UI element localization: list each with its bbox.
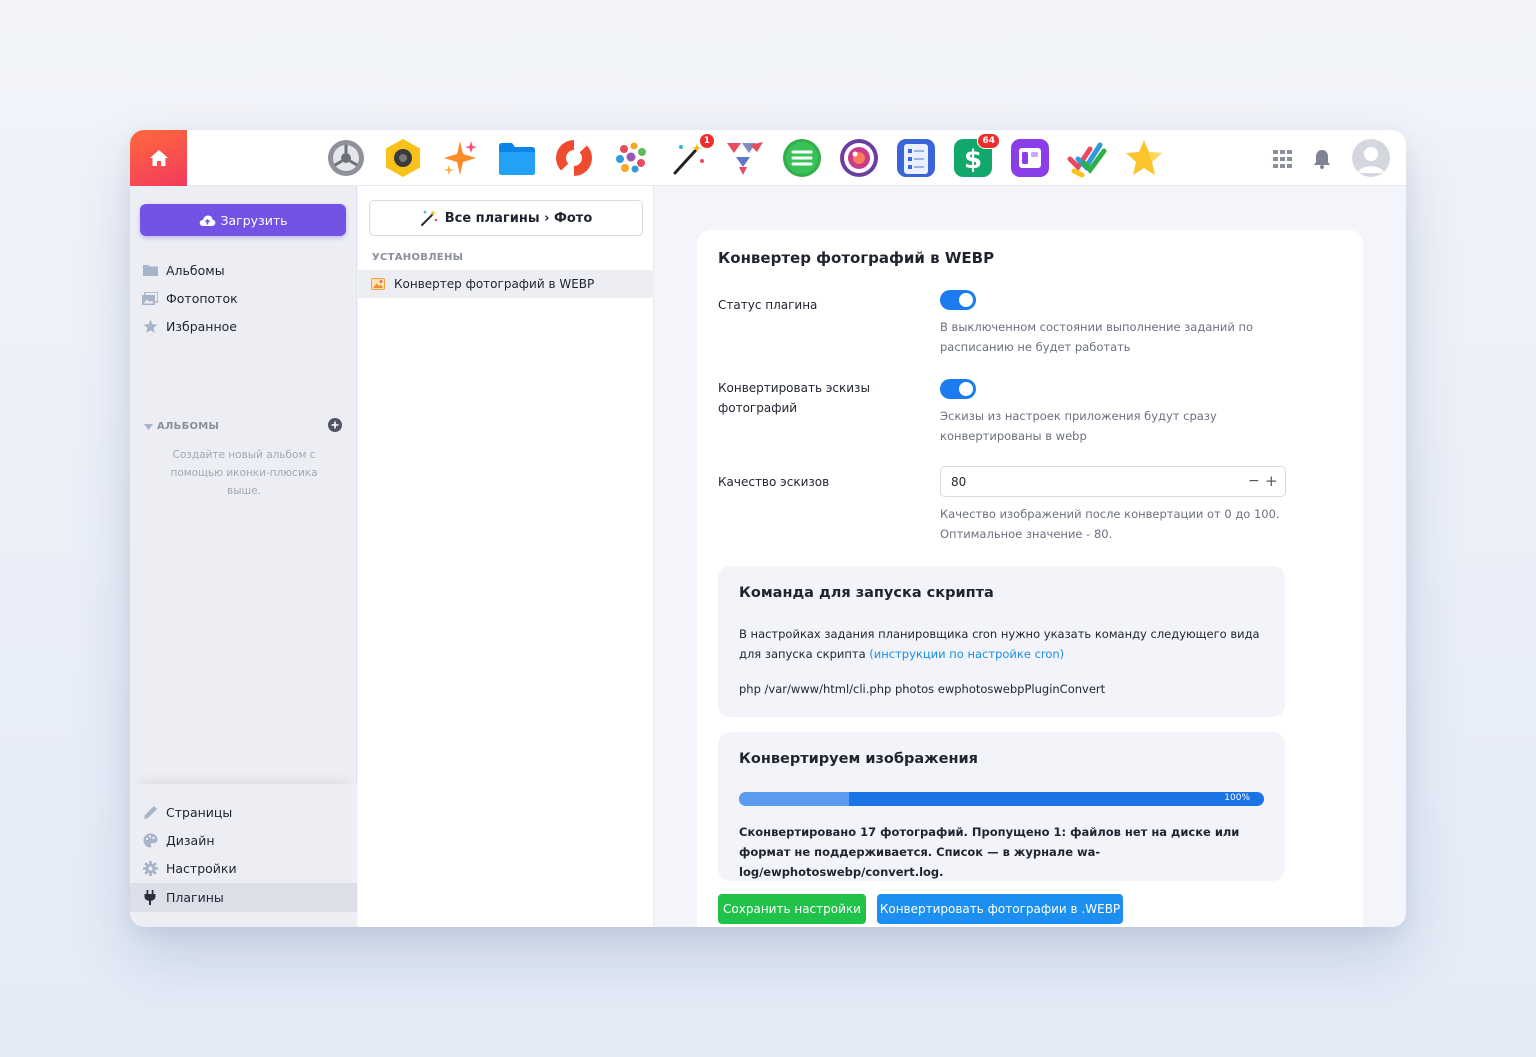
star-app-icon[interactable] xyxy=(1123,137,1165,179)
notification-badge: 64 xyxy=(977,133,1000,149)
home-icon xyxy=(149,150,168,166)
albums-section-toggle[interactable]: АЛЬБОМЫ xyxy=(144,421,219,432)
app-launcher: 1 $ 64 xyxy=(325,133,1180,179)
sidebar-bottom-nav: Страницы Дизайн Настройки Плагины xyxy=(130,784,357,927)
svg-text:$: $ xyxy=(964,145,982,175)
sidebar-item-label: Фотопоток xyxy=(166,290,238,306)
camera-app-icon[interactable] xyxy=(382,137,424,179)
apps-grid-icon[interactable] xyxy=(1273,150,1293,168)
caret-down-icon xyxy=(144,423,153,430)
magic-wand-icon xyxy=(420,210,438,226)
mosaic-app-icon[interactable] xyxy=(610,137,652,179)
paper-planes-app-icon[interactable] xyxy=(724,137,766,179)
sidebar-item-photostream[interactable]: Фотопоток xyxy=(130,285,357,311)
cron-command-panel: Команда для запуска скрипта В настройках… xyxy=(718,566,1285,717)
convert-title: Конвертируем изображения xyxy=(739,751,978,767)
convert-thumbs-help: Эскизы из настроек приложения будут сраз… xyxy=(940,409,1217,443)
upload-button-label: Загрузить xyxy=(220,212,288,228)
files-app-icon[interactable] xyxy=(496,137,538,179)
thumb-quality-help: Качество изображений после конвертации о… xyxy=(940,507,1280,541)
top-bar: 1 $ 64 xyxy=(130,130,1406,186)
plugin-status-help: В выключенном состоянии выполнение задан… xyxy=(940,320,1254,354)
increment-button[interactable]: + xyxy=(1265,472,1278,490)
convert-progress-panel: Конвертируем изображения 100% Сконвертир… xyxy=(718,732,1285,881)
convert-photos-button[interactable]: Конвертировать фотографии в .WEBP xyxy=(877,894,1123,924)
upload-button[interactable]: Загрузить xyxy=(140,204,346,236)
plug-icon xyxy=(144,890,156,905)
webp-plugin-icon xyxy=(371,278,385,290)
albums-hint: Создайте новый альбом с помощью иконки-п… xyxy=(170,449,318,497)
progress-percent: 100% xyxy=(1224,793,1250,803)
folder-icon xyxy=(142,265,158,276)
plugin-status-label: Статус плагина xyxy=(718,298,818,312)
add-album-icon[interactable] xyxy=(328,418,342,432)
page-title: Конвертер фотографий в WEBP xyxy=(718,249,995,267)
cron-description: В настройках задания планировщика cron н… xyxy=(739,624,1269,664)
sidebar-item-label: Дизайн xyxy=(166,832,215,848)
cloud-upload-icon xyxy=(199,214,215,226)
convert-result: Сконвертировано 17 фотографий. Пропущено… xyxy=(739,825,1240,879)
convert-thumbs-toggle[interactable] xyxy=(940,379,976,399)
user-avatar[interactable] xyxy=(1352,139,1390,177)
app-window: 1 $ 64 Загрузить Альбомы Фотопоток Избра… xyxy=(130,130,1406,927)
thumb-quality-stepper[interactable]: − + xyxy=(940,466,1286,497)
home-button[interactable] xyxy=(130,130,187,186)
sidebar-item-label: Плагины xyxy=(166,890,224,905)
sidebar-item-settings[interactable]: Настройки xyxy=(130,855,357,881)
lens-app-icon[interactable] xyxy=(838,137,880,179)
magic-wand-app-icon[interactable]: 1 xyxy=(667,133,715,179)
sidebar-item-label: Настройки xyxy=(166,860,237,876)
checkmarks-app-icon[interactable] xyxy=(1066,137,1108,179)
sidebar-item-label: Альбомы xyxy=(166,262,225,278)
dollar-app-icon[interactable]: $ 64 xyxy=(952,133,1000,179)
cron-title: Команда для запуска скрипта xyxy=(739,585,994,601)
plugin-status-toggle[interactable] xyxy=(940,290,976,310)
installed-heading: УСТАНОВЛЕНЫ xyxy=(372,252,464,263)
menu-app-icon[interactable] xyxy=(781,137,823,179)
sidebar-item-plugins[interactable]: Плагины xyxy=(130,883,357,912)
decrement-button[interactable]: − xyxy=(1248,473,1260,489)
plugin-settings-card: Конвертер фотографий в WEBP Статус плаги… xyxy=(697,230,1363,927)
installed-plugin-label: Конвертер фотографий в WEBP xyxy=(394,277,595,291)
sparkle-app-icon[interactable] xyxy=(439,137,481,179)
save-settings-button[interactable]: Сохранить настройки xyxy=(718,894,866,924)
sidebar-item-design[interactable]: Дизайн xyxy=(130,827,357,853)
sidebar-item-pages[interactable]: Страницы xyxy=(130,799,357,825)
all-plugins-label: Все плагины › Фото xyxy=(444,210,593,226)
cron-instructions-link[interactable]: (инструкции по настройке cron) xyxy=(869,647,1064,661)
convert-progress-bar: 100% xyxy=(739,792,1264,806)
settings-content: Конвертер фотографий в WEBP Статус плаги… xyxy=(655,186,1406,927)
progress-bar-segment xyxy=(739,792,849,806)
sidebar-item-favorites[interactable]: Избранное xyxy=(130,313,357,339)
sidebar-item-label: Избранное xyxy=(166,318,237,334)
installed-plugin-item[interactable]: Конвертер фотографий в WEBP xyxy=(358,270,654,298)
widget-app-icon[interactable] xyxy=(1009,137,1051,179)
palette-icon xyxy=(143,833,157,847)
pencil-icon xyxy=(143,805,157,819)
photos-icon xyxy=(142,291,158,305)
notification-badge: 1 xyxy=(698,133,715,149)
gear-icon xyxy=(142,860,158,876)
all-plugins-button[interactable]: Все плагины › Фото xyxy=(369,200,643,236)
sidebar-item-albums[interactable]: Альбомы xyxy=(130,257,357,283)
bell-icon[interactable] xyxy=(1313,149,1331,169)
convert-thumbs-label: Конвертировать эскизы фотографий xyxy=(718,381,870,415)
thumb-quality-label: Качество эскизов xyxy=(718,475,830,489)
sidebar-item-label: Страницы xyxy=(166,804,233,820)
sidebar: Загрузить Альбомы Фотопоток Избранное АЛ… xyxy=(130,186,357,927)
thumb-quality-input[interactable] xyxy=(941,467,1231,496)
cron-command: php /var/www/html/cli.php photos ewphoto… xyxy=(739,682,1106,696)
star-icon xyxy=(143,319,157,333)
albums-heading: АЛЬБОМЫ xyxy=(157,421,220,432)
plugins-pane: Все плагины › Фото УСТАНОВЛЕНЫ Конвертер… xyxy=(358,186,654,927)
help-lifebuoy-app-icon[interactable] xyxy=(553,137,595,179)
forms-app-icon[interactable] xyxy=(895,137,937,179)
settings-app-icon[interactable] xyxy=(325,137,367,179)
